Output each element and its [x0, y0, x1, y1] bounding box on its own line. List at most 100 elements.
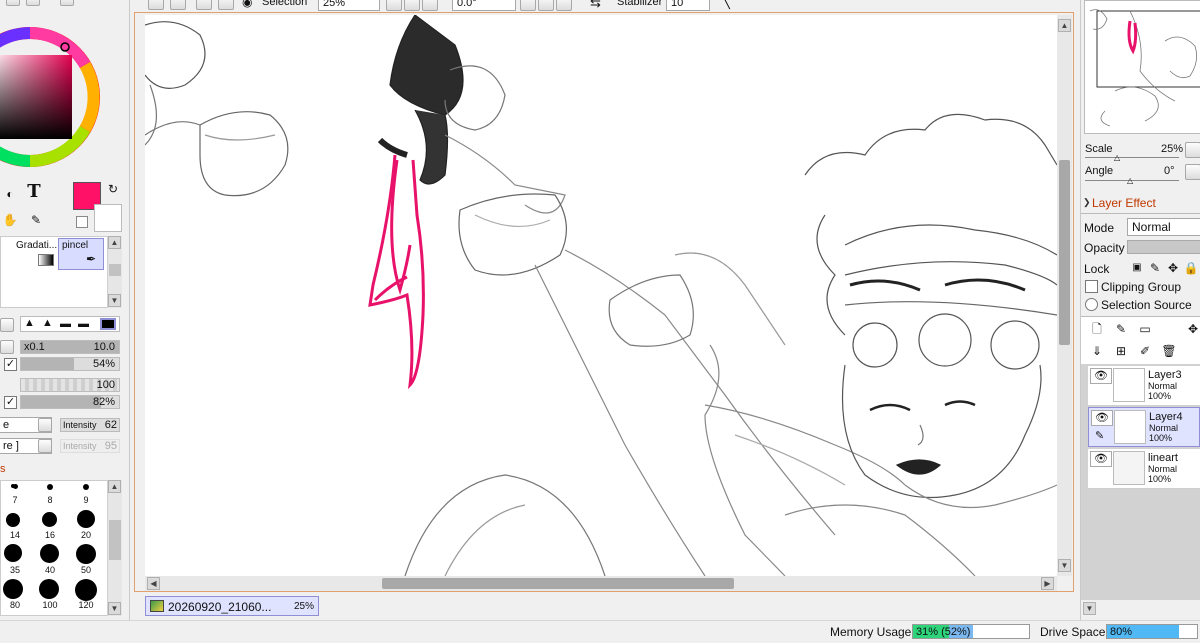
- new-folder-icon[interactable]: ▭: [1137, 321, 1153, 337]
- line-tool-icon[interactable]: ╲: [722, 0, 730, 10]
- zoom-select[interactable]: 25%: [318, 0, 380, 11]
- clear-layer-icon[interactable]: ✐: [1137, 343, 1153, 359]
- toolbar-icon-d[interactable]: [218, 0, 234, 10]
- lock-all-icon[interactable]: 🔒: [1183, 260, 1199, 276]
- rotate-left-button[interactable]: [520, 0, 536, 11]
- layer4-visibility-eye-icon[interactable]: 👁: [1091, 410, 1113, 426]
- brush-size-scroll-down[interactable]: ▼: [108, 602, 121, 615]
- brush-size-9[interactable]: [83, 484, 89, 490]
- color-mode-button-3[interactable]: [60, 0, 74, 6]
- brush-shape-dropdown[interactable]: [0, 318, 14, 332]
- density-slider[interactable]: 54%: [20, 357, 120, 371]
- bucket-icon[interactable]: ◐: [2, 186, 18, 202]
- size-slider[interactable]: x0.1 10.0: [20, 340, 120, 354]
- toolbar-icon-a[interactable]: [148, 0, 164, 10]
- brush-size-20[interactable]: [77, 510, 95, 528]
- texture-select-arrow[interactable]: [38, 418, 52, 432]
- layer-effect-chevron-icon[interactable]: ❯: [1083, 197, 1091, 208]
- lock-move-icon[interactable]: ✥: [1165, 260, 1181, 276]
- canvas-scroll-left[interactable]: ◀: [147, 577, 160, 590]
- lock-paint-icon[interactable]: ✎: [1147, 260, 1163, 276]
- clipping-group-checkbox[interactable]: [1085, 280, 1098, 293]
- canvas-scroll-right[interactable]: ▶: [1041, 577, 1054, 590]
- flip-icon[interactable]: ⇆: [590, 0, 601, 11]
- tool-grid-scrollbar[interactable]: ▲ ▼: [107, 236, 122, 308]
- document-tab[interactable]: 20260920_21060... 25%: [145, 596, 319, 616]
- layer-list-scroll-down[interactable]: ▼: [1083, 602, 1096, 615]
- merge-down-icon[interactable]: ⇓: [1089, 343, 1105, 359]
- text-tool-icon[interactable]: T: [26, 183, 42, 201]
- brush-size-scroll-up[interactable]: ▲: [108, 480, 121, 493]
- brush-shape-3[interactable]: ▬: [60, 318, 71, 330]
- lock-transparency-icon[interactable]: ▣: [1129, 260, 1145, 276]
- layer-row-lineart[interactable]: 👁 lineart Normal 100%: [1088, 449, 1200, 489]
- scale-slider-track[interactable]: [1085, 157, 1179, 158]
- layer3-visibility-eye-icon[interactable]: 👁: [1090, 368, 1112, 384]
- toolbar-icon-c[interactable]: [196, 0, 212, 10]
- new-linework-layer-icon[interactable]: ✎: [1113, 321, 1129, 337]
- zoom-out-button[interactable]: [386, 0, 402, 11]
- copy-layer-icon[interactable]: ⊞: [1113, 343, 1129, 359]
- brush-size-8[interactable]: [47, 484, 53, 490]
- blend-mode-select[interactable]: Normal: [1127, 218, 1200, 236]
- brush-size-120[interactable]: [75, 579, 97, 601]
- blending-slider[interactable]: 82%: [20, 395, 120, 409]
- background-color-swatch[interactable]: [94, 204, 122, 232]
- gradation-tool-label[interactable]: Gradati...: [16, 240, 57, 251]
- brush-shape-5[interactable]: [100, 318, 116, 330]
- brush-size-40[interactable]: [40, 544, 59, 563]
- canvas-scroll-up[interactable]: ▲: [1058, 19, 1071, 32]
- toolbar-icon-b[interactable]: [170, 0, 186, 10]
- brush-size-scrollbar[interactable]: ▲ ▼: [107, 480, 122, 616]
- layer-effect-header[interactable]: Layer Effect: [1092, 196, 1156, 210]
- scroll-up-arrow[interactable]: ▲: [108, 236, 121, 249]
- scale-minus-button[interactable]: [1185, 142, 1200, 158]
- brush-shape-4[interactable]: ▬: [78, 318, 89, 330]
- canvas-scroll-down[interactable]: ▼: [1058, 559, 1071, 572]
- angle-select[interactable]: 0.0°: [452, 0, 516, 11]
- blending-checkbox[interactable]: ✓: [4, 396, 17, 409]
- canvas-vertical-scrollbar[interactable]: ▲ ▼: [1057, 15, 1072, 576]
- brush-shape-1[interactable]: ▲: [24, 317, 35, 329]
- delete-layer-icon[interactable]: 🗑: [1161, 343, 1177, 359]
- layer-row-layer3[interactable]: 👁 Layer3 Normal 100%: [1088, 366, 1200, 406]
- canvas-hscroll-thumb[interactable]: [382, 578, 734, 589]
- selection-source-radio[interactable]: [1085, 298, 1098, 311]
- brush-size-scroll-thumb[interactable]: [109, 520, 121, 560]
- rotate-right-button[interactable]: [538, 0, 554, 11]
- new-layer-icon[interactable]: 🗋: [1089, 321, 1105, 337]
- hand-tool-icon[interactable]: ✋: [2, 212, 18, 228]
- lineart-visibility-eye-icon[interactable]: 👁: [1090, 451, 1112, 467]
- opacity-slider[interactable]: [1127, 240, 1200, 254]
- drawing-canvas[interactable]: [145, 15, 1057, 576]
- color-wheel[interactable]: [0, 12, 112, 182]
- color-mode-button-2[interactable]: [26, 0, 40, 6]
- eye-icon[interactable]: ◉: [242, 0, 252, 9]
- layer-row-layer4[interactable]: 👁 ✎ Layer4 Normal 100%: [1088, 407, 1200, 447]
- canvas-horizontal-scrollbar[interactable]: ◀ ▶: [145, 576, 1057, 591]
- size-mult-dropdown[interactable]: [0, 340, 14, 354]
- brush-size-100[interactable]: [39, 579, 59, 599]
- angle-reset-button[interactable]: [1185, 164, 1200, 180]
- navigator-preview[interactable]: [1084, 0, 1200, 134]
- brush-size-35[interactable]: [4, 544, 22, 562]
- brush-shape-2[interactable]: ▲: [42, 317, 53, 329]
- layer-transfer-icon[interactable]: ✥: [1185, 321, 1200, 337]
- zoom-in-button[interactable]: [404, 0, 420, 11]
- mode-select-arrow[interactable]: [38, 439, 52, 453]
- angle-slider-thumb[interactable]: △: [1127, 176, 1133, 185]
- scale-slider-thumb[interactable]: △: [1114, 153, 1120, 162]
- canvas-vscroll-thumb[interactable]: [1059, 160, 1070, 345]
- color-mode-button-1[interactable]: [6, 0, 20, 6]
- brush-size-80[interactable]: [3, 579, 23, 599]
- texture-slider[interactable]: 100: [20, 378, 120, 392]
- stabilizer-select[interactable]: 10: [666, 0, 710, 11]
- eyedropper-icon[interactable]: ✎: [28, 212, 44, 228]
- density-checkbox[interactable]: ✓: [4, 358, 17, 371]
- scroll-down-arrow[interactable]: ▼: [108, 294, 121, 307]
- zoom-reset-button[interactable]: [422, 0, 438, 11]
- tool-slot-left[interactable]: [0, 237, 12, 271]
- rotate-reset-button[interactable]: [556, 0, 572, 11]
- brush-size-7[interactable]: [13, 484, 18, 489]
- brush-size-14[interactable]: [6, 513, 20, 527]
